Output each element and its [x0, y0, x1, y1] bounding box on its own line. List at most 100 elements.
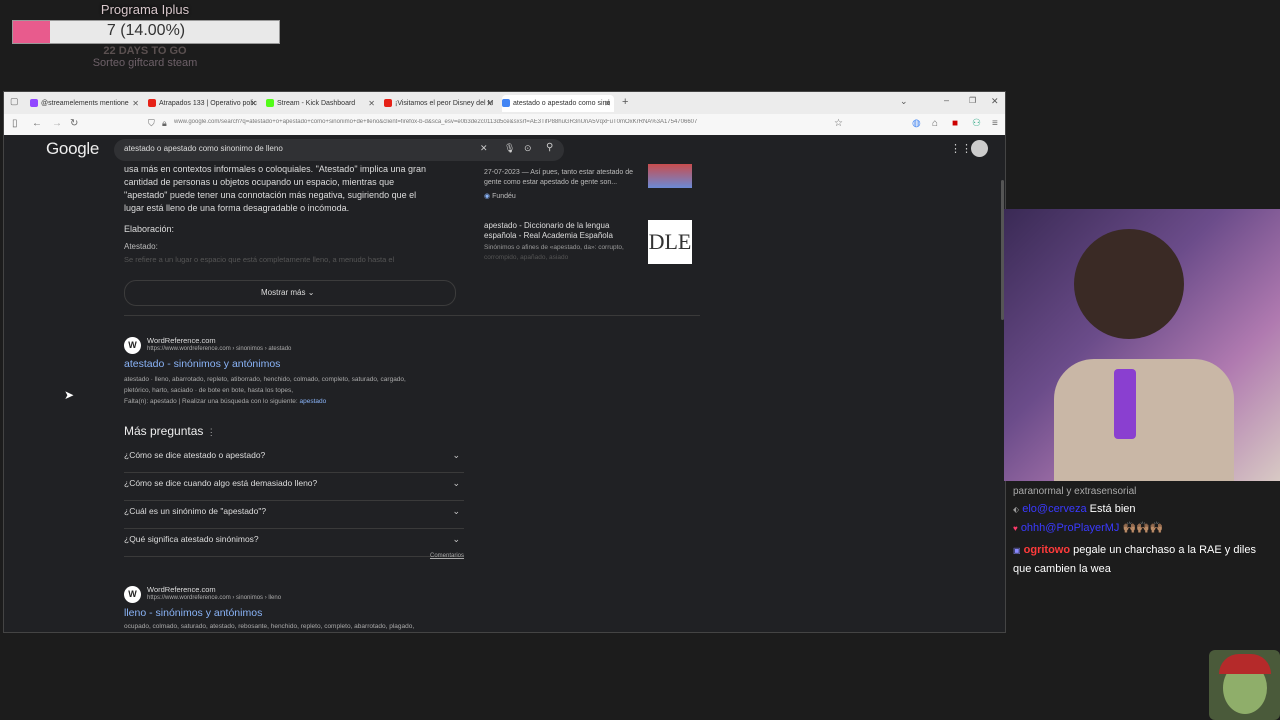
downloads-icon[interactable]: ⌂ [932, 118, 938, 129]
clear-icon[interactable]: ✕ [480, 143, 488, 154]
avatar[interactable] [971, 140, 988, 157]
side-result-fundeu[interactable]: 27-07-2023 — Así pues, tanto estar atest… [484, 168, 633, 202]
chat-username[interactable]: ohhh@ProPlayerMJ [1021, 522, 1120, 534]
search-icon[interactable]: ⚲ [546, 142, 553, 153]
webcam-feed [1004, 209, 1280, 481]
new-tab-icon[interactable]: + [622, 96, 628, 108]
result-text: corrompido, apañado, asiado [484, 254, 569, 261]
tab-streamelements[interactable]: @streamelements mentione ✕ [30, 95, 142, 112]
shield-icon[interactable]: ⛉ [148, 118, 155, 129]
search-input[interactable]: atestado o apestado como sinonimo de lle… [114, 139, 564, 161]
close-icon[interactable]: ✕ [604, 95, 611, 112]
reload-icon[interactable]: ↻ [70, 118, 78, 129]
result-title-link[interactable]: atestado - sinónimos y antónimos [124, 358, 280, 370]
browser-window: ▢ @streamelements mentione ✕ Atrapados 13… [3, 91, 1006, 633]
tab-google-search[interactable]: atestado o apestado como sinó ✕ [502, 95, 614, 112]
tab-disney-video[interactable]: ¡Visitamos el peor Disney del M ✕ [384, 95, 496, 112]
tab-label: Atrapados 133 | Operativo polic [159, 100, 257, 107]
missing-link[interactable]: apestado [300, 398, 327, 405]
extension-icon[interactable]: ■ [952, 118, 958, 129]
maximize-icon[interactable]: ❐ [969, 96, 976, 105]
paa-question[interactable]: ¿Qué significa atestado sinónimos? ⌄ [124, 534, 464, 557]
result-text: atestado · lleno, abarrotado, repleto, a… [124, 376, 406, 383]
result-text: 27-07-2023 — Así pues, tanto estar atest… [484, 169, 634, 176]
chat-username[interactable]: elo@cerveza [1022, 503, 1086, 515]
streamer-head [1074, 229, 1184, 339]
result-thumbnail[interactable] [648, 164, 692, 188]
forward-icon[interactable]: → [52, 118, 62, 129]
chat-username[interactable]: ogritowo [1024, 544, 1070, 556]
rae-logo[interactable]: DLE [648, 220, 692, 264]
tab-label: @streamelements mentione [41, 100, 129, 107]
chat-badge-icon: ▣ [1013, 546, 1021, 555]
menu-icon[interactable]: ≡ [992, 118, 998, 129]
sidebar-icon[interactable]: ▯ [12, 118, 18, 129]
window-close-icon[interactable]: ✕ [991, 96, 999, 107]
result-site-name: WordReference.com [147, 336, 216, 345]
featured-snippet: usa más en contextos informales o coloqu… [124, 163, 464, 215]
mouse-cursor-icon: ➤ [64, 388, 75, 402]
tab-label: ¡Visitamos el peor Disney del M [395, 100, 494, 107]
back-icon[interactable]: ← [32, 118, 42, 129]
show-more-label: Mostrar más [261, 288, 306, 297]
result-url: https://www.wordreference.com › sinonimo… [147, 346, 292, 352]
tab-list-icon[interactable]: ▢ [10, 96, 19, 107]
atestado-term: Atestado: [124, 242, 158, 251]
streamer-body [1054, 359, 1234, 481]
chevron-down-icon[interactable]: ⌄ [900, 96, 908, 107]
extension-icon[interactable]: ⚇ [972, 118, 981, 129]
chat-text: pegale un charchaso a la RAE y diles [1073, 544, 1256, 556]
google-logo[interactable]: Google [46, 139, 99, 159]
snippet-text: cantidad de personas u objetos ocupando … [124, 177, 395, 187]
url-field[interactable]: www.google.com/search?q=atestado+o+apest… [174, 119, 824, 125]
close-icon[interactable]: ✕ [132, 95, 139, 112]
search-query: atestado o apestado como sinonimo de lle… [124, 144, 283, 153]
chevron-down-icon: ⌄ [307, 288, 315, 297]
wordreference-icon: W [124, 337, 141, 354]
snippet-text: usa más en contextos informales o coloqu… [124, 164, 427, 174]
tab-atrapados[interactable]: Atrapados 133 | Operativo polic ✕ [148, 95, 260, 112]
divider [124, 315, 700, 316]
paa-question[interactable]: ¿Cuál es un sinónimo de "apestado"? ⌄ [124, 506, 464, 529]
lock-icon[interactable]: 🔒︎ [162, 118, 167, 129]
more-options-icon[interactable]: ⋮ [207, 427, 216, 437]
chat-text: que cambien la wea [1013, 563, 1111, 575]
zombie-hair [1219, 654, 1271, 674]
side-result-rae[interactable]: apestado - Diccionario de la lengua espa… [484, 221, 624, 263]
goal-raffle: Sorteo giftcard steam [92, 57, 198, 69]
feedback-link[interactable]: Comentarios [430, 553, 464, 559]
result-text: Sinónimos o afines de «apestado, da»: co… [484, 244, 624, 251]
goal-days-left: 22 DAYS TO GO [103, 45, 187, 57]
tab-label: atestado o apestado como sinó [513, 100, 611, 107]
close-icon[interactable]: ✕ [250, 95, 257, 112]
missing-text: Falta(n): apestado | Realizar una búsque… [124, 398, 298, 405]
bookmark-star-icon[interactable]: ☆ [834, 118, 843, 129]
apps-grid-icon[interactable]: ⋮⋮ [950, 142, 972, 155]
chevron-down-icon: ⌄ [452, 450, 460, 460]
result-url: https://www.wordreference.com › sinonimo… [147, 595, 282, 601]
youtube-icon [384, 99, 392, 108]
result-source: Fundéu [492, 193, 516, 200]
chat-text: Está bien [1089, 503, 1136, 515]
goal-progress-bar: 7 (14.00%) [12, 20, 280, 44]
close-icon[interactable]: ✕ [486, 95, 493, 112]
minimize-icon[interactable]: – [944, 95, 949, 105]
show-more-button[interactable]: Mostrar más ⌄ [124, 280, 456, 306]
youtube-icon [148, 99, 156, 108]
close-icon[interactable]: ✕ [368, 95, 375, 112]
chat-message: ▣ ogritowo pegale un charchaso a la RAE … [1013, 541, 1263, 579]
lens-icon[interactable]: ⊙ [524, 143, 532, 154]
result-title: apestado - Diccionario de la lengua [484, 221, 610, 230]
chat-badge-icon: ⬖ [1013, 505, 1020, 514]
microphone-icon[interactable]: 🎙︎ [504, 143, 515, 154]
goal-title: Programa Iplus [100, 2, 190, 17]
chevron-down-icon: ⌄ [452, 478, 460, 488]
extension-icon[interactable]: ◍ [912, 118, 921, 129]
result-title-link[interactable]: lleno - sinónimos y antónimos [124, 607, 262, 619]
tab-kick-dashboard[interactable]: Stream - Kick Dashboard ✕ [266, 95, 378, 112]
paa-question[interactable]: ¿Cómo se dice cuando algo está demasiado… [124, 478, 464, 501]
microphone-icon [1114, 369, 1136, 439]
paa-question[interactable]: ¿Cómo se dice atestado o apestado? ⌄ [124, 450, 464, 473]
chat-message: paranormal y extrasensorial [1013, 486, 1137, 497]
chevron-down-icon: ⌄ [452, 506, 460, 516]
